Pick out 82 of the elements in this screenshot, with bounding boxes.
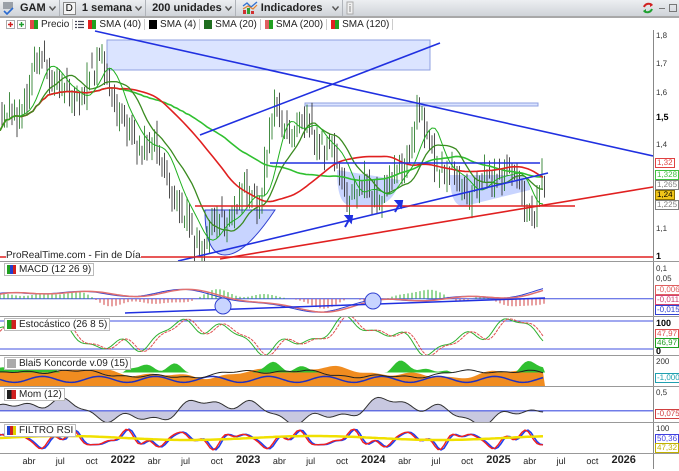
indicators-button[interactable]: Indicadores bbox=[238, 0, 326, 16]
arrow-icon bbox=[394, 200, 404, 213]
axis-label: 0 bbox=[655, 347, 662, 355]
price-badge: 1,32 bbox=[655, 158, 675, 168]
price-badge: 1,24 bbox=[655, 190, 675, 200]
price-badge: -0,015 bbox=[655, 305, 679, 315]
axis-label: 1,6 bbox=[655, 89, 668, 97]
units-dropdown[interactable]: 200 unidades bbox=[149, 0, 236, 16]
legend-swatch-icon bbox=[7, 359, 16, 368]
legend-swatch-icon bbox=[7, 320, 16, 329]
legend-swatch-icon bbox=[7, 265, 16, 274]
time-axis-label: abr bbox=[398, 456, 412, 466]
axis-label: 100 bbox=[655, 319, 672, 328]
time-axis-label: oct bbox=[586, 456, 598, 466]
time-axis-label: 2026 bbox=[611, 455, 636, 466]
highlight-zone bbox=[337, 170, 400, 205]
highlight-zone bbox=[204, 210, 276, 256]
time-axis-label: jul bbox=[56, 456, 65, 466]
axis-label: 1,1 bbox=[655, 225, 668, 233]
list-icon[interactable] bbox=[75, 20, 84, 28]
period-dropdown[interactable]: 1 semana bbox=[78, 0, 146, 16]
maximize-icon[interactable] bbox=[669, 3, 677, 13]
time-axis-label: 2024 bbox=[361, 455, 386, 466]
price-badge: 47,97 bbox=[655, 329, 679, 339]
time-axis-label: jul bbox=[431, 456, 440, 466]
time-axis-label: oct bbox=[336, 456, 348, 466]
time-axis-label: 2023 bbox=[236, 455, 260, 466]
add-icon[interactable] bbox=[6, 20, 15, 28]
indicators-icon bbox=[242, 1, 258, 15]
caret-icon bbox=[135, 6, 142, 10]
price-badge: 1,328 bbox=[655, 170, 679, 180]
price-badge: -1,000 bbox=[655, 373, 679, 383]
price-badge: 46,97 bbox=[655, 338, 679, 348]
axis-label: 0,1 bbox=[655, 265, 668, 273]
time-axis-label: abr bbox=[148, 456, 161, 466]
price-badge: -0,011 bbox=[655, 295, 679, 305]
time-axis-label: oct bbox=[461, 456, 474, 466]
caret-icon bbox=[48, 6, 56, 10]
price-badge: -0,075 bbox=[655, 409, 679, 419]
legend-label[interactable]: SMA (40) bbox=[99, 18, 142, 30]
price-badge: -0,006 bbox=[655, 285, 679, 295]
axis-label: 1,4 bbox=[655, 141, 668, 149]
time-axis-label: abr bbox=[523, 456, 536, 466]
legend-label[interactable]: SMA (120) bbox=[342, 18, 390, 30]
legend-swatch-icon bbox=[7, 426, 16, 435]
highlight-circle bbox=[214, 298, 232, 314]
price-badge: 1,265 bbox=[655, 180, 679, 190]
time-axis-label: 2022 bbox=[110, 455, 136, 466]
time-axis-label: oct bbox=[86, 456, 98, 466]
legend-label[interactable]: SMA (200) bbox=[276, 18, 324, 30]
axis-label: 1,7 bbox=[655, 60, 668, 68]
caret-icon bbox=[224, 6, 232, 10]
legend-label[interactable]: SMA (4) bbox=[160, 18, 196, 30]
symbol-dropdown[interactable]: GAM bbox=[17, 0, 60, 16]
axis-label: 1,8 bbox=[655, 32, 668, 40]
time-axis-label: oct bbox=[210, 456, 223, 466]
time-axis-label: 2025 bbox=[486, 455, 511, 466]
axis-label: 0,05 bbox=[655, 275, 673, 283]
caret-icon bbox=[332, 6, 339, 10]
legend-label[interactable]: SMA (20) bbox=[215, 18, 257, 30]
price-badge: 50,36 bbox=[655, 434, 679, 444]
legend-swatch-icon bbox=[7, 390, 16, 399]
axis-label: 200 bbox=[655, 358, 670, 366]
arrow-icon bbox=[344, 215, 354, 228]
axis-label: 1,5 bbox=[655, 113, 670, 122]
highlight-circle bbox=[364, 292, 382, 310]
time-axis-label: jul bbox=[306, 456, 316, 466]
refresh-icon[interactable] bbox=[641, 1, 655, 15]
time-axis-label: jul bbox=[181, 456, 190, 466]
axis-label: 0,5 bbox=[655, 389, 668, 397]
info-icon[interactable] bbox=[346, 1, 354, 15]
time-axis-label: jul bbox=[556, 456, 566, 466]
price-badge: 1,225 bbox=[655, 200, 679, 210]
time-axis-label: abr bbox=[22, 456, 36, 466]
price-badge: 47,32 bbox=[655, 443, 679, 453]
mode-button[interactable]: D bbox=[62, 2, 76, 14]
axis-label: 100 bbox=[655, 425, 670, 433]
legend-label[interactable]: Precio bbox=[41, 18, 70, 30]
source-label: ProRealTime.com - Fin de Día bbox=[6, 250, 141, 261]
add-icon[interactable] bbox=[17, 20, 26, 28]
axis-label: 1 bbox=[655, 252, 662, 261]
time-axis-label: abr bbox=[272, 456, 286, 466]
